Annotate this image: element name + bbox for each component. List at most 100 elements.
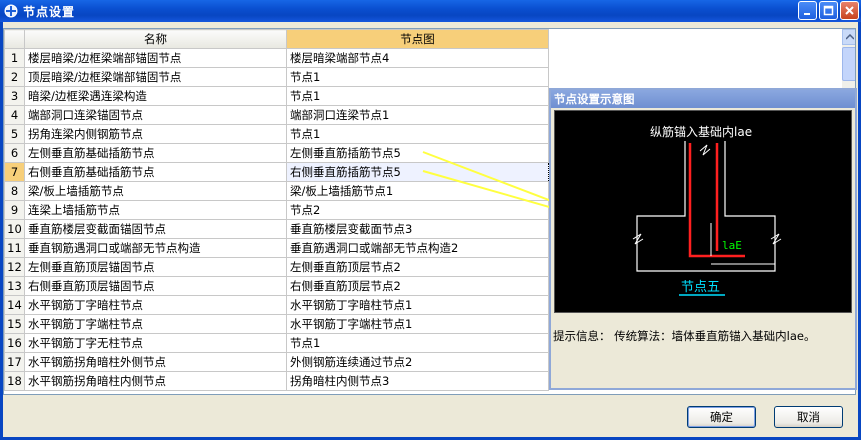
- cell-node[interactable]: 垂直筋楼层变截面节点3: [286, 219, 549, 239]
- cell-node[interactable]: 端部洞口连梁节点1: [286, 105, 549, 125]
- table-row[interactable]: 11 垂直钢筋遇洞口或端部无节点构造 垂直筋遇洞口或端部无节点构造2: [4, 238, 549, 258]
- cell-node[interactable]: 节点1: [286, 124, 549, 144]
- lae-dim-label: laE: [722, 239, 742, 252]
- cell-name[interactable]: 端部洞口连梁锚固节点: [24, 105, 287, 125]
- cell-node[interactable]: 节点2: [286, 200, 549, 220]
- cell-node[interactable]: 左侧垂直筋插筋节点5: [286, 143, 549, 163]
- table-row[interactable]: 18 水平钢筋拐角暗柱内侧节点 拐角暗柱内侧节点3: [4, 371, 549, 391]
- row-number[interactable]: 18: [4, 371, 25, 391]
- row-number[interactable]: 13: [4, 276, 25, 296]
- cell-name[interactable]: 水平钢筋丁字无柱节点: [24, 333, 287, 353]
- cell-name[interactable]: 右侧垂直筋顶层锚固节点: [24, 276, 287, 296]
- break-mark-left: [632, 233, 644, 245]
- node-five-label: 节点五: [681, 280, 720, 295]
- row-number[interactable]: 5: [4, 124, 25, 144]
- node-diagram-panel: 节点设置示意图 纵筋锚入基础内lae laE 节点五 提示信息： 传统算法：墙体…: [549, 88, 857, 390]
- anchor-label: 纵筋锚入基础内lae: [650, 124, 752, 139]
- chevron-up-icon: [846, 34, 854, 40]
- table-row[interactable]: 2 顶层暗梁/边框梁端部锚固节点 节点1: [4, 67, 549, 87]
- table-row[interactable]: 4 端部洞口连梁锚固节点 端部洞口连梁节点1: [4, 105, 549, 125]
- cell-node[interactable]: 外侧钢筋连续通过节点2: [286, 352, 549, 372]
- corner-header[interactable]: [4, 29, 25, 49]
- table-row[interactable]: 6 左侧垂直筋基础插筋节点 左侧垂直筋插筋节点5: [4, 143, 549, 163]
- cell-node[interactable]: 节点1: [286, 67, 549, 87]
- row-number[interactable]: 17: [4, 352, 25, 372]
- hint-text: 提示信息： 传统算法：墙体垂直筋锚入基础内lae。: [553, 329, 816, 343]
- cell-name[interactable]: 楼层暗梁/边框梁端部锚固节点: [24, 48, 287, 68]
- cell-name[interactable]: 右侧垂直筋基础插筋节点: [24, 162, 287, 182]
- table-row[interactable]: 3 暗梁/边框梁遇连梁构造 节点1: [4, 86, 549, 106]
- table-row[interactable]: 15 水平钢筋丁字端柱节点 水平钢筋丁字端柱节点1: [4, 314, 549, 334]
- cancel-button[interactable]: 取消: [774, 406, 843, 428]
- row-number[interactable]: 3: [4, 86, 25, 106]
- cell-name[interactable]: 拐角连梁内侧钢筋节点: [24, 124, 287, 144]
- cell-node[interactable]: 节点1: [286, 333, 549, 353]
- cell-node[interactable]: 水平钢筋丁字暗柱节点1: [286, 295, 549, 315]
- row-number[interactable]: 2: [4, 67, 25, 87]
- cell-name[interactable]: 水平钢筋丁字端柱节点: [24, 314, 287, 334]
- break-mark-top: [699, 144, 711, 156]
- row-number[interactable]: 6: [4, 143, 25, 163]
- cell-node[interactable]: 楼层暗梁端部节点4: [286, 48, 549, 68]
- cell-name[interactable]: 左侧垂直筋顶层锚固节点: [24, 257, 287, 277]
- table-row[interactable]: 5 拐角连梁内侧钢筋节点 节点1: [4, 124, 549, 144]
- cell-node[interactable]: 右侧垂直筋顶层节点2: [286, 276, 549, 296]
- cell-name[interactable]: 连梁上墙插筋节点: [24, 200, 287, 220]
- column-header-name[interactable]: 名称: [24, 29, 287, 49]
- table-row[interactable]: 7 右侧垂直筋基础插筋节点 右侧垂直筋插筋节点5: [4, 162, 549, 182]
- table-row[interactable]: 1 楼层暗梁/边框梁端部锚固节点 楼层暗梁端部节点4: [4, 48, 549, 68]
- table-row[interactable]: 13 右侧垂直筋顶层锚固节点 右侧垂直筋顶层节点2: [4, 276, 549, 296]
- row-number[interactable]: 12: [4, 257, 25, 277]
- minimize-icon: [804, 13, 810, 15]
- cell-node[interactable]: 梁/板上墙插筋节点1: [286, 181, 549, 201]
- cell-name[interactable]: 暗梁/边框梁遇连梁构造: [24, 86, 287, 106]
- cell-name[interactable]: 顶层暗梁/边框梁端部锚固节点: [24, 67, 287, 87]
- table-row[interactable]: 10 垂直筋楼层变截面锚固节点 垂直筋楼层变截面节点3: [4, 219, 549, 239]
- row-number[interactable]: 8: [4, 181, 25, 201]
- row-number[interactable]: 15: [4, 314, 25, 334]
- diagram-canvas: 纵筋锚入基础内lae laE 节点五: [554, 110, 852, 313]
- row-number[interactable]: 14: [4, 295, 25, 315]
- window-title: 节点设置: [23, 4, 76, 19]
- close-icon: [845, 6, 854, 15]
- row-number[interactable]: 16: [4, 333, 25, 353]
- cell-name[interactable]: 水平钢筋拐角暗柱外侧节点: [24, 352, 287, 372]
- table-row[interactable]: 14 水平钢筋丁字暗柱节点 水平钢筋丁字暗柱节点1: [4, 295, 549, 315]
- cell-name[interactable]: 左侧垂直筋基础插筋节点: [24, 143, 287, 163]
- row-number[interactable]: 7: [4, 162, 25, 182]
- column-header-node[interactable]: 节点图: [286, 29, 549, 49]
- table-row[interactable]: 8 梁/板上墙插筋节点 梁/板上墙插筋节点1: [4, 181, 549, 201]
- cell-node[interactable]: 拐角暗柱内侧节点3: [286, 371, 549, 391]
- app-icon: [4, 4, 18, 18]
- row-number[interactable]: 10: [4, 219, 25, 239]
- cell-name[interactable]: 梁/板上墙插筋节点: [24, 181, 287, 201]
- scroll-up-button[interactable]: [842, 29, 855, 45]
- ok-button[interactable]: 确定: [687, 406, 756, 428]
- close-button[interactable]: [840, 1, 859, 20]
- dialog-client: 名称 节点图 1 楼层暗梁/边框梁端部锚固节点 楼层暗梁端部节点4 2 顶层暗梁/边框梁…: [0, 22, 861, 440]
- table-row[interactable]: 17 水平钢筋拐角暗柱外侧节点 外侧钢筋连续通过节点2: [4, 352, 549, 372]
- maximize-button[interactable]: [819, 1, 838, 20]
- row-number[interactable]: 1: [4, 48, 25, 68]
- cell-name[interactable]: 垂直筋楼层变截面锚固节点: [24, 219, 287, 239]
- cell-node[interactable]: 右侧垂直筋插筋节点5: [286, 162, 549, 182]
- cell-name[interactable]: 垂直钢筋遇洞口或端部无节点构造: [24, 238, 287, 258]
- row-number[interactable]: 9: [4, 200, 25, 220]
- minimize-button[interactable]: [798, 1, 817, 20]
- rebar-diagram: 纵筋锚入基础内lae laE 节点五: [632, 124, 782, 296]
- scroll-thumb[interactable]: [842, 47, 855, 81]
- cell-node[interactable]: 节点1: [286, 86, 549, 106]
- diagram-panel-title: 节点设置示意图: [551, 90, 855, 108]
- cell-node[interactable]: 垂直筋遇洞口或端部无节点构造2: [286, 238, 549, 258]
- cell-name[interactable]: 水平钢筋丁字暗柱节点: [24, 295, 287, 315]
- table-row[interactable]: 16 水平钢筋丁字无柱节点 节点1: [4, 333, 549, 353]
- row-number[interactable]: 4: [4, 105, 25, 125]
- cell-name[interactable]: 水平钢筋拐角暗柱内侧节点: [24, 371, 287, 391]
- row-number[interactable]: 11: [4, 238, 25, 258]
- table-row[interactable]: 12 左侧垂直筋顶层锚固节点 左侧垂直筋顶层节点2: [4, 257, 549, 277]
- title-bar[interactable]: 节点设置: [0, 0, 861, 22]
- table-row[interactable]: 9 连梁上墙插筋节点 节点2: [4, 200, 549, 220]
- cell-node[interactable]: 水平钢筋丁字端柱节点1: [286, 314, 549, 334]
- cell-node[interactable]: 左侧垂直筋顶层节点2: [286, 257, 549, 277]
- maximize-icon: [823, 5, 834, 16]
